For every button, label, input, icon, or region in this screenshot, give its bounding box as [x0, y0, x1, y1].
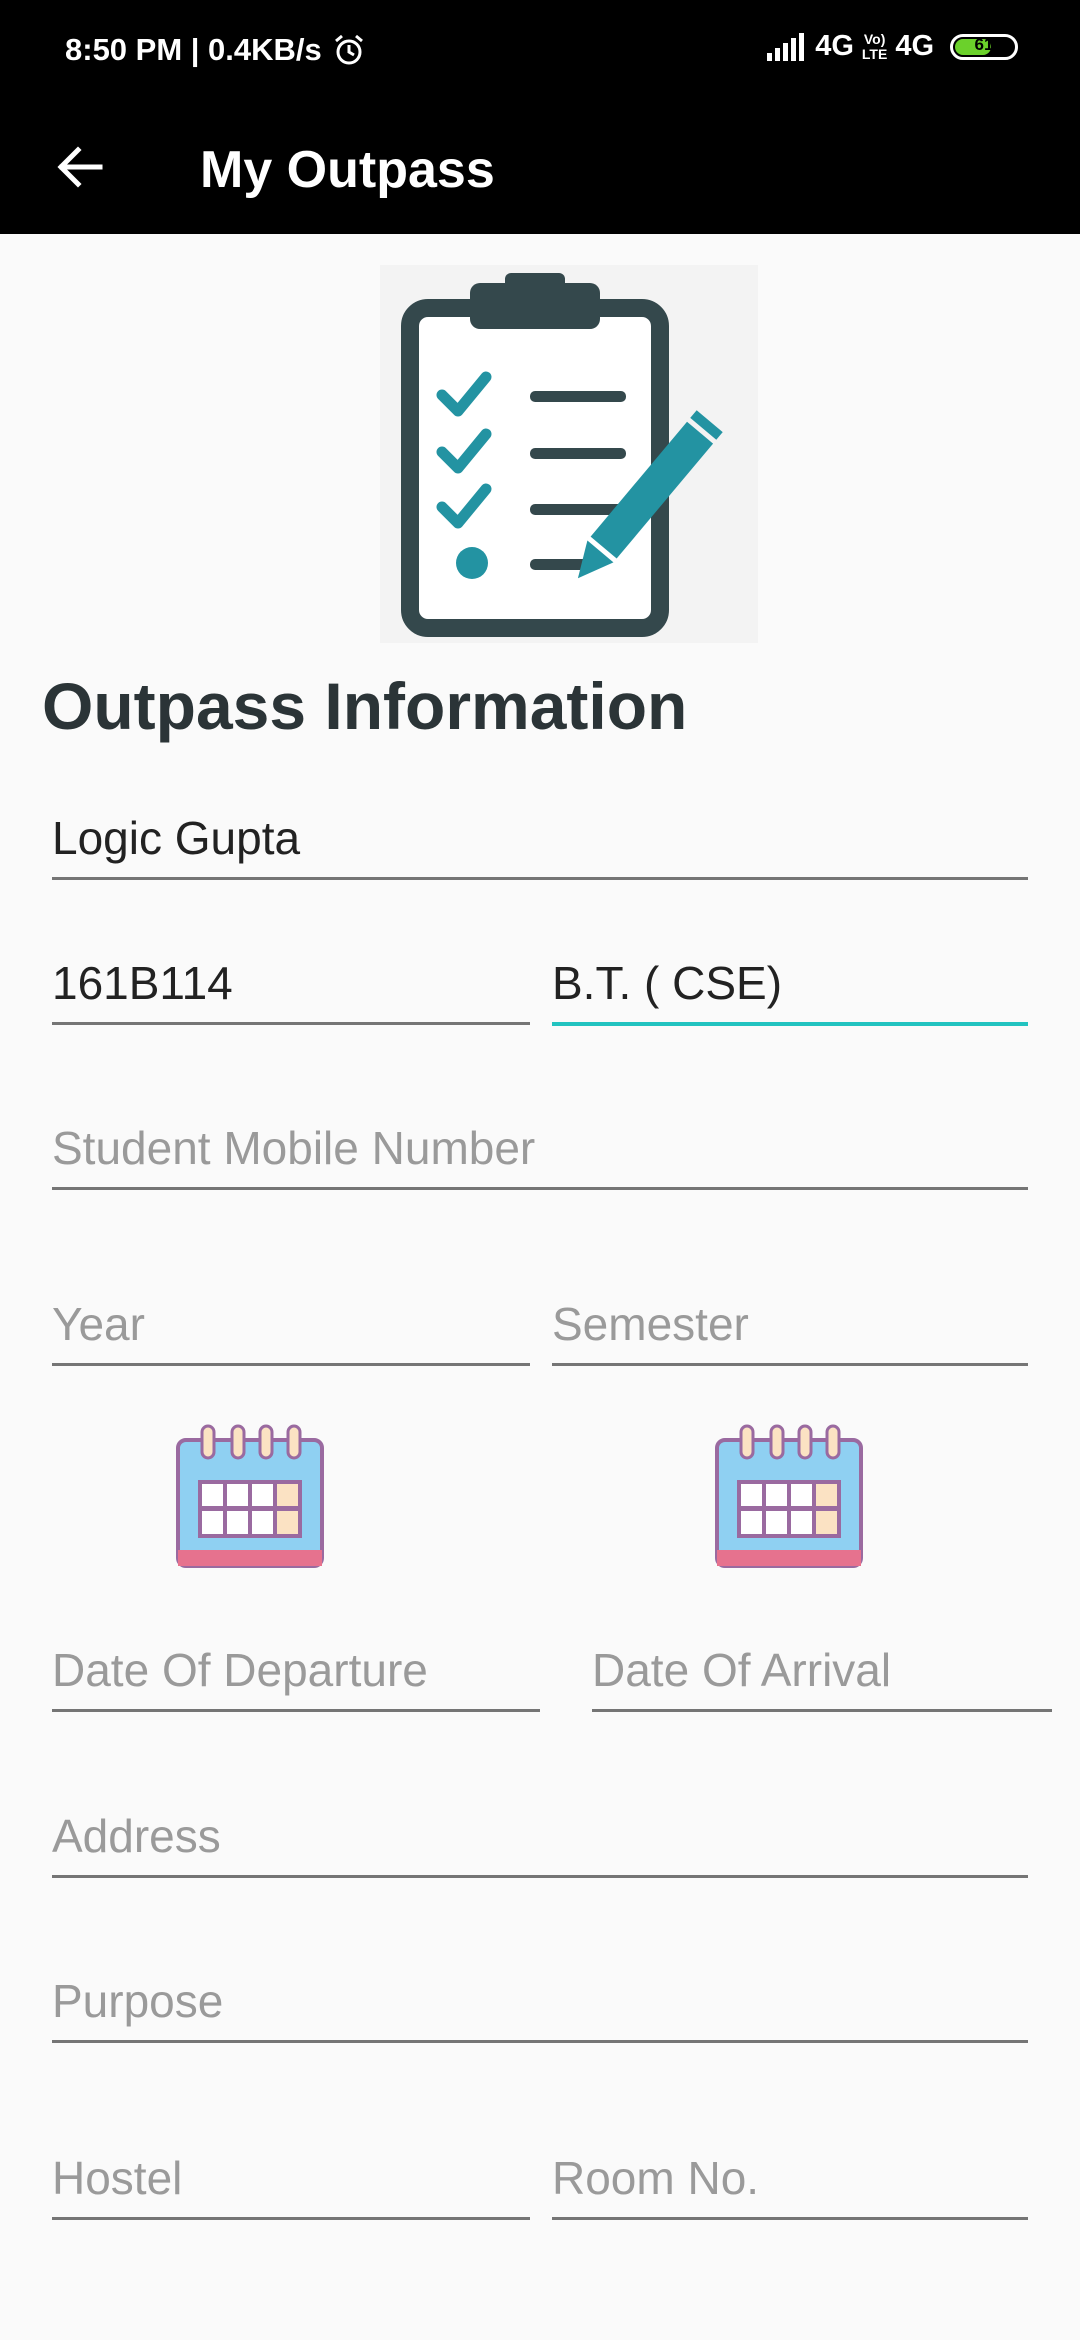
section-heading: Outpass Information	[42, 669, 688, 743]
hostel-field[interactable]: Hostel	[52, 2130, 530, 2220]
battery-icon: 61	[950, 33, 1018, 60]
address-field[interactable]: Address	[52, 1788, 1028, 1878]
student-mobile-number-placeholder: Student Mobile Number	[52, 1122, 536, 1174]
clipboard-checklist-icon	[380, 265, 758, 643]
roll-number-value: 161B114	[52, 957, 233, 1009]
volte-indicator: Vo) LTE	[861, 30, 888, 62]
hostel-placeholder: Hostel	[52, 2152, 183, 2204]
status-right: 4G Vo) LTE 4G 61	[767, 30, 1018, 63]
calendar-icon[interactable]	[713, 1424, 865, 1570]
room-number-placeholder: Room No.	[552, 2152, 760, 2204]
network-type-1: 4G	[815, 30, 854, 62]
alarm-clock-icon	[334, 34, 363, 65]
arrow-left-icon[interactable]	[50, 136, 112, 198]
date-of-departure-placeholder: Date Of Departure	[52, 1644, 428, 1696]
purpose-placeholder: Purpose	[52, 1975, 224, 2027]
address-placeholder: Address	[52, 1810, 221, 1862]
date-of-arrival-placeholder: Date Of Arrival	[592, 1644, 892, 1696]
status-bar: 8:50 PM | 0.4KB/s 4G Vo) LTE 4G 61	[0, 0, 1080, 100]
volte-bottom: LTE	[861, 45, 888, 62]
page-title: My Outpass	[200, 141, 495, 199]
year-placeholder: Year	[52, 1298, 145, 1350]
signal-icon	[767, 32, 805, 61]
course-field[interactable]: B.T. ( CSE)	[552, 935, 1028, 1026]
roll-number-field[interactable]: 161B114	[52, 935, 530, 1025]
student-mobile-number-field[interactable]: Student Mobile Number	[52, 1100, 1028, 1190]
status-left: 8:50 PM | 0.4KB/s	[65, 32, 366, 68]
course-value: B.T. ( CSE)	[552, 957, 783, 1009]
volte-top: Vo)	[863, 30, 886, 47]
semester-field[interactable]: Semester	[552, 1276, 1028, 1366]
status-time-speed: 8:50 PM | 0.4KB/s	[65, 32, 322, 67]
battery-percent: 61	[974, 34, 994, 54]
year-field[interactable]: Year	[52, 1276, 530, 1366]
network-type-2: 4G	[895, 30, 934, 62]
purpose-field[interactable]: Purpose	[52, 1953, 1028, 2043]
app-bar: My Outpass	[0, 100, 1080, 234]
date-of-arrival-field[interactable]: Date Of Arrival	[592, 1622, 1052, 1712]
semester-placeholder: Semester	[552, 1298, 749, 1350]
name-field[interactable]: Logic Gupta	[52, 790, 1028, 880]
name-value: Logic Gupta	[52, 812, 301, 864]
calendar-icon[interactable]	[174, 1424, 326, 1570]
date-of-departure-field[interactable]: Date Of Departure	[52, 1622, 540, 1712]
room-number-field[interactable]: Room No.	[552, 2130, 1028, 2220]
